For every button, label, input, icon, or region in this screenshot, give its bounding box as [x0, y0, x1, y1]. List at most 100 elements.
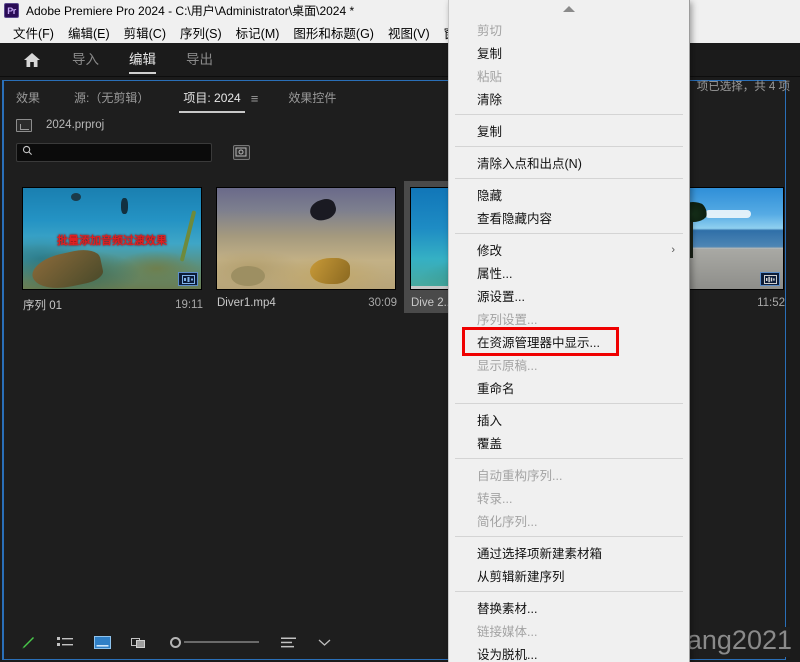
menu-sequence[interactable]: 序列(S): [173, 21, 229, 44]
context-menu-item-label: 通过选择项新建素材箱: [477, 547, 603, 561]
media-name: Diver1.mp4: [217, 297, 276, 309]
pen-icon[interactable]: [20, 634, 37, 651]
context-menu-item-label: 设为脱机...: [477, 648, 538, 662]
thumbnail-label-row: 序列 01 19:11: [22, 297, 204, 313]
context-menu-item-label: 修改: [477, 244, 503, 258]
sequence-icon: [178, 272, 198, 286]
context-menu-item[interactable]: 在资源管理器中显示...: [449, 327, 689, 356]
list-view-icon[interactable]: [57, 636, 74, 649]
waveform-icon: [760, 272, 780, 286]
tab-source[interactable]: 源:（无剪辑）: [74, 89, 149, 113]
thumbnail-image[interactable]: [216, 187, 396, 290]
context-menu-item-label: 序列设置...: [477, 313, 538, 327]
thumbnail-label-row: Diver1.mp4 30:09: [216, 297, 398, 309]
chevron-down-icon[interactable]: [318, 638, 331, 647]
context-menu-item[interactable]: 替换素材...: [449, 596, 689, 619]
menu-marker[interactable]: 标记(M): [229, 21, 287, 44]
premiere-pro-window: Pr Adobe Premiere Pro 2024 - C:\用户\Admin…: [0, 0, 800, 662]
menu-separator: [455, 233, 683, 234]
context-menu-item[interactable]: 复制: [449, 119, 689, 142]
context-menu-item[interactable]: 设为脱机...: [449, 642, 689, 662]
context-menu-item[interactable]: 插入: [449, 408, 689, 431]
tab-effect-controls[interactable]: 效果控件: [288, 89, 336, 113]
context-menu-item: 显示原稿...: [449, 353, 689, 376]
context-menu-item-label: 清除: [477, 93, 503, 107]
media-duration: 30:09: [368, 297, 397, 309]
tab-effects[interactable]: 效果: [16, 89, 40, 113]
search-input[interactable]: [37, 146, 197, 158]
context-menu-item-label: 从剪辑新建序列: [477, 570, 565, 584]
context-menu-item[interactable]: 修改 ›: [449, 238, 689, 261]
context-menu-item-label: 查看隐藏内容: [477, 212, 553, 226]
scroll-up-arrow[interactable]: [449, 0, 689, 18]
zoom-slider-track[interactable]: [184, 641, 259, 643]
context-menu-item-label: 复制: [477, 125, 503, 139]
context-menu-item-label: 清除入点和出点(N): [477, 157, 582, 171]
context-menu-item: 粘贴: [449, 64, 689, 87]
menu-graphics[interactable]: 图形和标题(G): [286, 21, 381, 44]
context-menu-item-label: 重命名: [477, 382, 515, 396]
panel-menu-icon[interactable]: ≡: [251, 91, 259, 113]
context-menu-item-label: 替换素材...: [477, 602, 538, 616]
media-item[interactable]: Diver1.mp4 30:09: [210, 181, 404, 313]
context-menu-item[interactable]: 覆盖: [449, 431, 689, 454]
context-menu-item-label: 粘贴: [477, 70, 503, 84]
project-file-name: 2024.prproj: [46, 119, 105, 131]
zoom-slider[interactable]: [170, 636, 259, 648]
context-menu-item[interactable]: 隐藏: [449, 183, 689, 206]
context-menu-item: 转录...: [449, 486, 689, 509]
context-menu-item-label: 显示原稿...: [477, 359, 538, 373]
context-menu-item: 简化序列...: [449, 509, 689, 532]
context-menu-item[interactable]: 重命名: [449, 376, 689, 399]
media-name: Dive 2...: [411, 297, 454, 309]
context-menu-item-label: 源设置...: [477, 290, 525, 304]
freeform-view-icon[interactable]: [131, 636, 150, 649]
selection-status: 项已选择，共 4 项: [696, 81, 790, 93]
submenu-arrow-icon: ›: [671, 243, 675, 256]
context-menu-item[interactable]: 属性...: [449, 261, 689, 284]
menu-separator: [455, 146, 683, 147]
search-box[interactable]: [16, 142, 212, 162]
thumbnail-image[interactable]: 批量添加音频过渡效果: [22, 187, 202, 290]
workspace-tab-export[interactable]: 导出: [186, 48, 213, 72]
context-menu-item[interactable]: 源设置...: [449, 284, 689, 307]
menu-clip[interactable]: 剪辑(C): [117, 21, 173, 44]
tab-project[interactable]: 项目: 2024: [179, 89, 246, 113]
media-item[interactable]: 批量添加音频过渡效果 序列 01 19:11: [16, 181, 210, 313]
zoom-slider-knob[interactable]: [170, 636, 181, 648]
filter-find-icon[interactable]: [233, 144, 250, 160]
workspace-tab-import[interactable]: 导入: [72, 48, 99, 72]
context-menu: 剪切 复制 粘贴 清除 复制 清除入点和出点(N) 隐藏 查看隐藏内容 修改 › 属性... 源设置.…: [448, 0, 690, 662]
menu-view[interactable]: 视图(V): [381, 21, 437, 44]
thumbnail-overlay-text: 批量添加音频过渡效果: [57, 235, 167, 247]
search-icon: [22, 143, 33, 161]
thumbnail-art: [217, 188, 395, 289]
menu-separator: [455, 458, 683, 459]
menu-separator: [455, 403, 683, 404]
media-name: 序列 01: [23, 300, 62, 312]
context-menu-item[interactable]: 查看隐藏内容: [449, 206, 689, 229]
home-icon[interactable]: [22, 50, 42, 70]
window-title: Adobe Premiere Pro 2024 - C:\用户\Administ…: [26, 4, 355, 18]
context-menu-item: 剪切: [449, 18, 689, 41]
context-menu-item-label: 转录...: [477, 492, 513, 506]
sort-icon[interactable]: [281, 636, 298, 649]
context-menu-item[interactable]: 通过选择项新建素材箱: [449, 541, 689, 564]
context-menu-item[interactable]: 从剪辑新建序列: [449, 564, 689, 587]
menu-separator: [455, 114, 683, 115]
context-menu-item-label: 链接媒体...: [477, 625, 538, 639]
context-menu-item[interactable]: 清除: [449, 87, 689, 110]
context-menu-item-label: 插入: [477, 414, 503, 428]
workspace-tab-edit[interactable]: 编辑: [129, 48, 156, 74]
context-menu-item[interactable]: 复制: [449, 41, 689, 64]
context-menu-item-label: 复制: [477, 47, 503, 61]
bin-up-icon[interactable]: [16, 118, 32, 132]
context-menu-item: 链接媒体...: [449, 619, 689, 642]
context-menu-item-label: 自动重构序列...: [477, 469, 563, 483]
media-duration: 19:11: [175, 299, 203, 311]
menu-file[interactable]: 文件(F): [6, 21, 61, 44]
icon-view-icon[interactable]: [94, 635, 111, 649]
context-menu-item[interactable]: 清除入点和出点(N): [449, 151, 689, 174]
context-menu-item-label: 在资源管理器中显示...: [477, 336, 600, 350]
menu-edit[interactable]: 编辑(E): [61, 21, 117, 44]
